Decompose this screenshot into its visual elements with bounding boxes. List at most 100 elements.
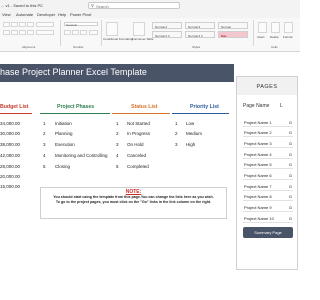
page-row[interactable]: Project Name 5 G — [243, 159, 293, 169]
phase-label[interactable]: Monitoring and Controlling — [55, 153, 108, 158]
budget-cell[interactable]: 30,000.00 — [0, 131, 20, 136]
delete-cells-button[interactable] — [271, 22, 280, 33]
go-link[interactable]: G — [289, 152, 292, 157]
go-link[interactable]: G — [289, 130, 292, 135]
go-link[interactable]: G — [289, 162, 292, 167]
status-label[interactable]: Canceled — [127, 153, 146, 158]
status-list-header: Status List — [131, 104, 158, 110]
menu-power-pivot[interactable]: Power Pivot — [70, 12, 91, 17]
budget-cell[interactable]: 15,000.00 — [0, 184, 20, 189]
page-row[interactable]: Project Name 10 G — [243, 213, 293, 223]
group-cells: Cells — [271, 45, 278, 49]
delete-label: Delete — [270, 35, 279, 39]
status-number: 2 — [116, 131, 119, 136]
currency-button[interactable] — [64, 30, 71, 35]
phase-label[interactable]: Planning — [55, 131, 73, 136]
status-number: 1 — [116, 121, 119, 126]
style-normal-3[interactable]: Normal 3 — [185, 22, 215, 29]
align-middle-button[interactable] — [11, 22, 18, 27]
go-link[interactable]: G — [289, 141, 292, 146]
comma-button[interactable] — [80, 30, 87, 35]
priority-label[interactable]: High — [186, 142, 195, 147]
page-row[interactable]: Project Name 1 G — [243, 117, 293, 127]
style-label: Normal — [221, 25, 231, 29]
phase-number: 3 — [43, 142, 46, 147]
page-name: Project Name 6 — [244, 173, 272, 178]
conditional-formatting-button[interactable] — [106, 22, 118, 36]
summary-page-button[interactable]: Summary Page — [243, 227, 293, 238]
wrap-text-button[interactable] — [36, 22, 54, 27]
align-right-button[interactable] — [19, 30, 26, 35]
align-center-button[interactable] — [11, 30, 18, 35]
budget-cell[interactable]: 38,000.00 — [0, 142, 20, 147]
priority-rule — [172, 113, 229, 114]
go-link[interactable]: G — [289, 205, 292, 210]
search-input[interactable]: ⚲ Search — [88, 2, 180, 9]
menu-bar: View Automate Developer Help Power Pivot — [0, 11, 300, 18]
go-link[interactable]: G — [289, 184, 292, 189]
status-label[interactable]: Completed — [127, 164, 149, 169]
style-normal-2-2[interactable]: Normal 2 2 — [152, 31, 182, 38]
status-number: 5 — [116, 164, 119, 169]
phase-label[interactable]: Execution — [55, 142, 75, 147]
budget-rule — [0, 113, 32, 114]
style-normal-2[interactable]: Normal 2 — [152, 22, 182, 29]
percent-button[interactable] — [72, 30, 79, 35]
page-name: Project Name 1 — [244, 120, 272, 125]
go-link[interactable]: G — [289, 173, 292, 178]
status-label[interactable]: Not Started — [127, 121, 150, 126]
decimal-button[interactable] — [89, 30, 98, 35]
status-label[interactable]: On Hold — [127, 142, 144, 147]
priority-label[interactable]: Medium — [186, 131, 202, 136]
budget-cell[interactable]: 42,000.00 — [0, 153, 20, 158]
style-normal[interactable]: Normal — [218, 22, 248, 29]
phase-label[interactable]: Initiation — [55, 121, 72, 126]
merge-center-button[interactable] — [36, 30, 54, 35]
align-top-button[interactable] — [3, 22, 10, 27]
go-link[interactable]: G — [289, 120, 292, 125]
go-link[interactable]: G — [289, 194, 292, 199]
pages-column-headers: Page Name L — [237, 95, 297, 113]
go-link[interactable]: G — [289, 216, 292, 221]
menu-developer[interactable]: Developer — [37, 12, 55, 17]
banner-title: hase Project Planner Excel Template — [0, 67, 147, 77]
menu-help[interactable]: Help — [58, 12, 66, 17]
page-row[interactable]: Project Name 2 G — [243, 127, 293, 137]
style-bad[interactable]: Bad — [218, 31, 248, 38]
phase-label[interactable]: Closing — [55, 164, 70, 169]
page-row[interactable]: Project Name 7 G — [243, 181, 293, 191]
budget-cell[interactable]: 28,000.00 — [0, 164, 20, 169]
align-left-button[interactable] — [3, 30, 10, 35]
menu-automate[interactable]: Automate — [16, 12, 33, 17]
style-normal-3-2[interactable]: Normal 3 2 — [185, 31, 215, 38]
page-name: Project Name 2 — [244, 130, 272, 135]
ribbon: Alignment General Number Conditional For… — [0, 18, 300, 52]
page-row[interactable]: Project Name 6 G — [243, 170, 293, 180]
page-row[interactable]: Project Name 9 G — [243, 202, 293, 212]
page-row[interactable]: Project Name 4 G — [243, 149, 293, 159]
file-name: ... v1 - Saved to this PC — [1, 3, 44, 8]
page-name: Project Name 9 — [244, 205, 272, 210]
status-rule — [112, 113, 170, 114]
priority-label[interactable]: Low — [186, 121, 194, 126]
budget-cell[interactable]: 34,000.00 — [0, 121, 20, 126]
status-label[interactable]: In Progress — [127, 131, 150, 136]
orientation-button[interactable] — [27, 22, 34, 27]
format-as-table-button[interactable] — [133, 22, 145, 36]
number-format-select[interactable]: General — [64, 22, 98, 27]
conditional-formatting-label: Conditional Formatting — [103, 37, 134, 41]
pages-title: PAGES — [237, 77, 297, 95]
menu-view[interactable]: View — [2, 12, 11, 17]
indent-button[interactable] — [27, 30, 34, 35]
format-cells-button[interactable] — [284, 22, 293, 33]
project-phases-header: Project Phases — [57, 104, 95, 110]
page-row[interactable]: Project Name 8 G — [243, 191, 293, 201]
style-label: Normal 2 2 — [155, 34, 170, 38]
page-row[interactable]: Project Name 3 G — [243, 138, 293, 148]
align-bottom-button[interactable] — [19, 22, 26, 27]
phases-rule — [40, 113, 110, 114]
pages-panel: PAGES Page Name L Project Name 1 G Projec… — [236, 76, 298, 270]
style-label: Normal 2 — [155, 25, 168, 29]
budget-cell[interactable]: 20,000.00 — [0, 174, 20, 179]
insert-cells-button[interactable] — [258, 22, 267, 33]
